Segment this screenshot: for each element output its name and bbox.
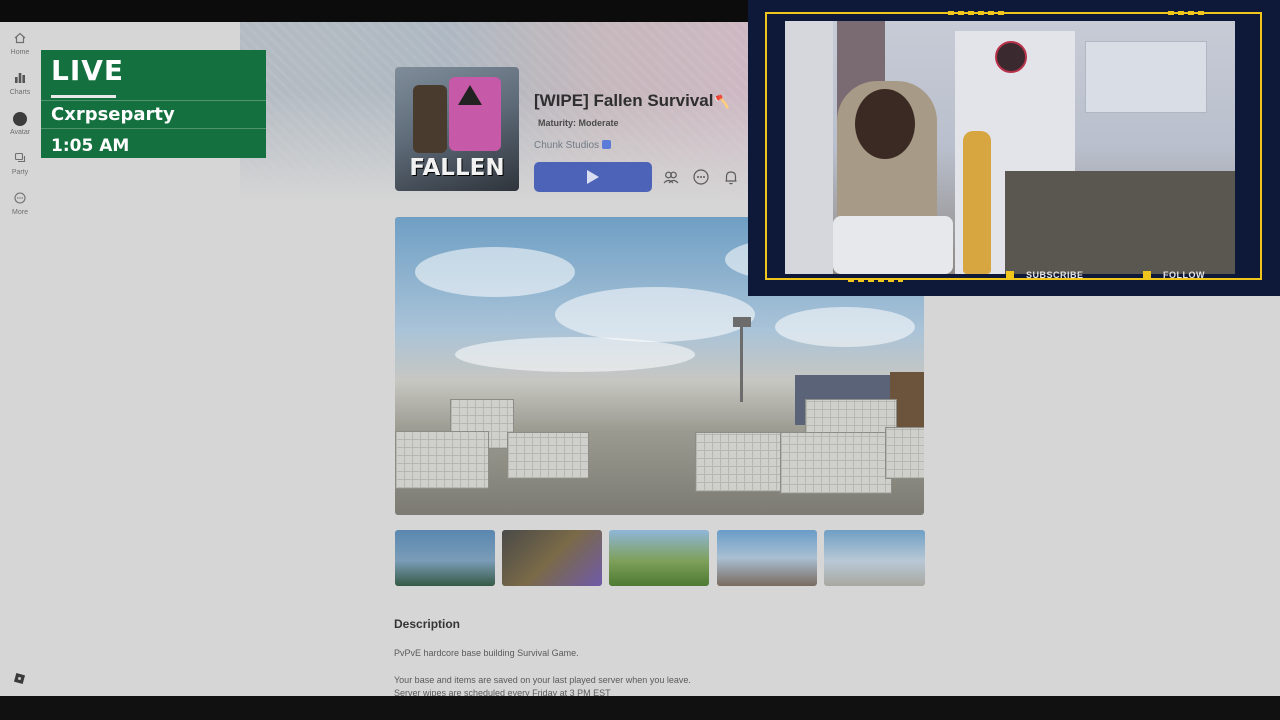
verified-badge-icon: [602, 140, 612, 149]
game-title-text: [WIPE] Fallen Survival: [534, 91, 714, 110]
avatar-icon: [0, 112, 40, 128]
nav-item-party[interactable]: Party: [0, 152, 40, 176]
nav-label-party: Party: [11, 169, 29, 176]
stream-clock: 1:05 AM: [51, 136, 130, 156]
description-heading: Description: [394, 617, 461, 631]
follow-label[interactable]: FOLLOW: [1143, 270, 1205, 280]
nav-label-charts: Charts: [9, 89, 31, 96]
axe-emoji: 🪓: [713, 94, 730, 109]
carousel-thumb[interactable]: [609, 530, 709, 586]
game-title: [WIPE] Fallen Survival🪓: [534, 91, 730, 111]
screenshot-carousel: [395, 530, 925, 586]
nav-item-charts[interactable]: Charts: [0, 72, 40, 96]
play-icon: [587, 170, 599, 184]
description-line: Server wipes are scheduled every Friday …: [394, 688, 611, 696]
follow-text: FOLLOW: [1163, 270, 1205, 280]
nav-item-more[interactable]: More: [0, 192, 40, 216]
subscribe-label[interactable]: SUBSCRIBE: [1006, 270, 1084, 280]
subscribe-text: SUBSCRIBE: [1026, 270, 1084, 280]
subscribe-marker-icon: [1006, 271, 1014, 279]
webcam-overlay: SUBSCRIBE FOLLOW: [748, 0, 1280, 296]
home-icon: [0, 32, 40, 48]
live-label: LIVE: [51, 54, 125, 87]
party-icon: [0, 152, 40, 168]
nav-label-more: More: [12, 209, 28, 216]
description-line: Your base and items are saved on your la…: [394, 675, 691, 685]
nav-label-avatar: Avatar: [9, 129, 31, 136]
live-underline: [51, 95, 116, 98]
carousel-thumb[interactable]: [824, 530, 925, 586]
game-thumbnail: FALLEN: [395, 67, 519, 191]
creator-link[interactable]: Chunk Studios: [534, 140, 612, 151]
screen-bottom-bar: [0, 696, 1280, 720]
carousel-thumb[interactable]: [502, 530, 602, 586]
creator-name: Chunk Studios: [534, 140, 600, 151]
live-overlay: LIVE Cxrpseparty 1:05 AM: [41, 50, 266, 158]
carousel-thumb[interactable]: [717, 530, 817, 586]
nav-item-home[interactable]: Home: [0, 32, 40, 56]
bar-chart-icon: [0, 72, 40, 88]
more-icon: [0, 192, 40, 208]
carousel-thumb[interactable]: [395, 530, 495, 586]
left-nav: Home Charts Avatar Party More: [0, 22, 40, 696]
follow-marker-icon: [1143, 271, 1151, 279]
friends-icon[interactable]: [662, 168, 680, 186]
webcam-video: [785, 21, 1235, 274]
nav-item-avatar[interactable]: Avatar: [0, 112, 40, 136]
channel-name: Cxrpseparty: [51, 104, 175, 125]
thumbnail-title: FALLEN: [409, 155, 505, 181]
notification-bell-icon[interactable]: [722, 168, 740, 186]
more-options-icon[interactable]: [692, 168, 710, 186]
play-button[interactable]: [534, 162, 652, 192]
nav-label-home: Home: [10, 49, 30, 56]
description-line: PvPvE hardcore base building Survival Ga…: [394, 648, 579, 658]
maturity-rating: Maturity: Moderate: [538, 118, 619, 128]
roblox-logo-icon[interactable]: [13, 672, 26, 685]
